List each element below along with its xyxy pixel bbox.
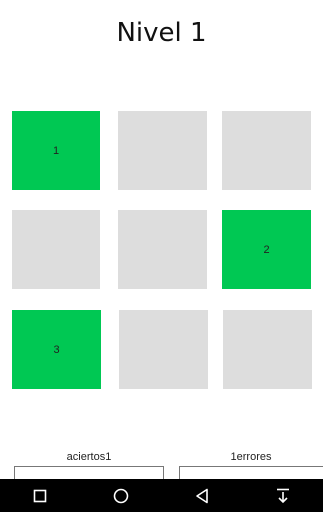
tile-4[interactable] [12,210,100,289]
tile-3[interactable] [222,111,311,190]
tile-2[interactable] [118,111,207,190]
download-icon[interactable] [268,481,298,511]
level-title: Nivel 1 [116,18,207,48]
navigation-bar [0,479,323,512]
tile-label: 1 [52,144,60,157]
tile-8[interactable] [119,310,208,389]
square-icon[interactable] [25,481,55,511]
back-triangle-icon[interactable] [187,481,217,511]
tile-7[interactable]: 3 [12,310,101,389]
hits-label: aciertos1 [66,451,112,463]
circle-icon[interactable] [106,481,136,511]
tile-9[interactable] [223,310,312,389]
errors-label: 1errores [230,451,272,463]
tile-5[interactable] [118,210,207,289]
tile-label: 2 [263,243,270,256]
tile-6[interactable]: 2 [222,210,311,289]
tile-1[interactable]: 1 [12,111,100,190]
tile-label: 3 [53,343,60,356]
